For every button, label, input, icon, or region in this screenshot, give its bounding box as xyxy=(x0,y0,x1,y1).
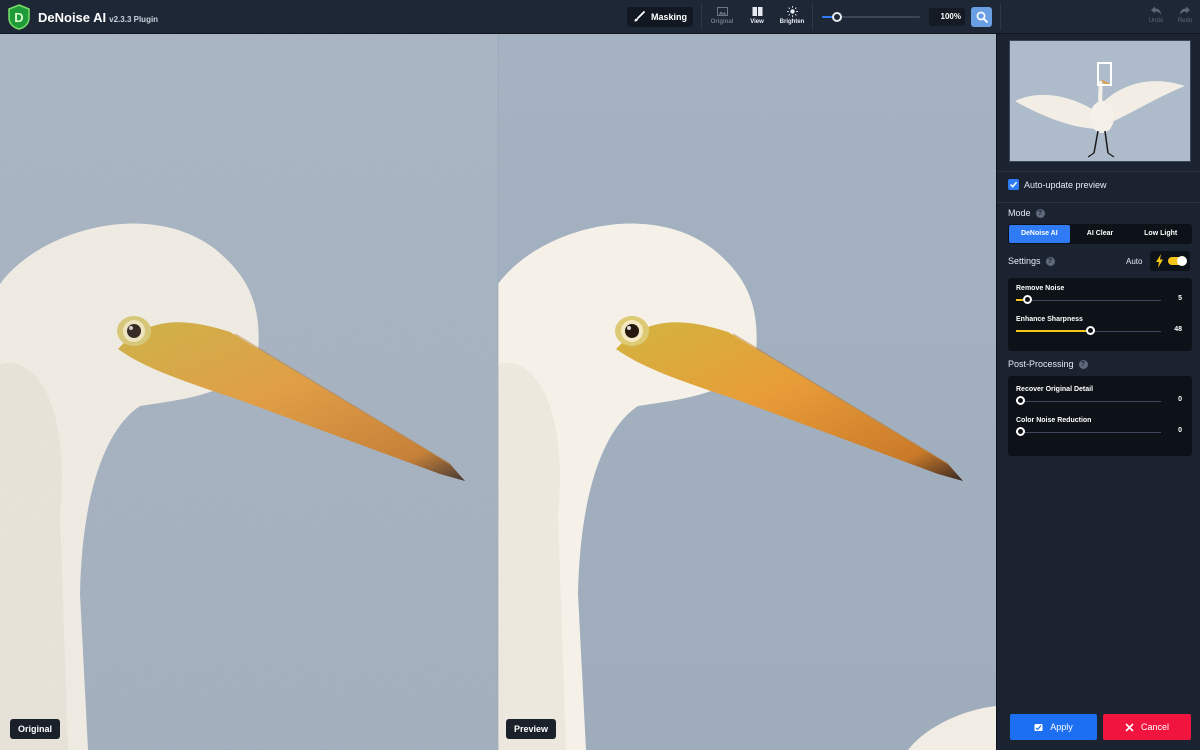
undo-icon xyxy=(1151,6,1161,15)
post-processing-title-text: Post-Processing xyxy=(1008,359,1074,369)
toggle-knob xyxy=(1177,256,1187,266)
original-panel[interactable]: Original xyxy=(0,34,498,750)
slider-fill xyxy=(1016,299,1024,301)
slider-label: Color Noise Reduction xyxy=(1016,417,1092,424)
masking-button[interactable]: Masking xyxy=(627,7,693,27)
mode-title: Mode ? xyxy=(1008,208,1045,218)
image-comparison-area[interactable]: Original Preview xyxy=(0,34,996,750)
redo-button[interactable]: Redo xyxy=(1174,6,1196,30)
app-version: v2.3.3 Plugin xyxy=(109,15,159,24)
slider-fill xyxy=(1016,330,1086,332)
check-icon xyxy=(1009,181,1018,188)
mode-title-text: Mode xyxy=(1008,208,1031,218)
masking-label: Masking xyxy=(650,12,687,22)
slider-value[interactable]: 0 xyxy=(1166,427,1182,434)
enhance-sharpness-slider[interactable]: Enhance Sharpness 48 xyxy=(1016,316,1186,342)
auto-label: Auto xyxy=(1126,257,1143,266)
slider-handle[interactable] xyxy=(1085,326,1095,335)
recover-detail-slider[interactable]: Recover Original Detail 0 xyxy=(1016,386,1186,412)
settings-sliders: Remove Noise 5 Enhance Sharpness 48 xyxy=(1008,278,1192,351)
mode-denoise-ai[interactable]: DeNoise AI xyxy=(1009,225,1070,243)
post-processing-sliders: Recover Original Detail 0 Color Noise Re… xyxy=(1008,376,1192,456)
color-noise-slider[interactable]: Color Noise Reduction 0 xyxy=(1016,417,1186,443)
lightning-icon xyxy=(1156,254,1163,268)
mode-selector: DeNoise AI AI Clear Low Light xyxy=(1008,224,1192,244)
remove-noise-slider[interactable]: Remove Noise 5 xyxy=(1016,285,1186,311)
redo-label: Redo xyxy=(1177,18,1193,24)
zoom-slider-handle[interactable] xyxy=(831,12,842,22)
zoom-level-field[interactable]: 100% xyxy=(929,8,965,26)
egret-photo-preview xyxy=(498,34,996,750)
logo-letter: D xyxy=(14,10,23,25)
slider-label: Enhance Sharpness xyxy=(1016,316,1083,323)
comparison-divider[interactable] xyxy=(497,34,499,750)
slider-value[interactable]: 0 xyxy=(1166,396,1182,403)
magnifier-icon xyxy=(976,11,988,23)
toolbar-divider xyxy=(1000,4,1001,30)
slider-label: Remove Noise xyxy=(1016,285,1065,292)
slider-value[interactable]: 5 xyxy=(1166,295,1182,302)
help-icon[interactable]: ? xyxy=(1045,256,1055,266)
app-title: DeNoise AI v2.3.3 Plugin xyxy=(38,10,158,25)
brighten-button[interactable]: Brighten xyxy=(777,6,807,30)
navigator-thumbnail[interactable] xyxy=(1009,40,1191,162)
settings-title: Settings ? xyxy=(1008,256,1055,266)
navigator-viewport-frame[interactable] xyxy=(1097,62,1112,86)
split-view-icon xyxy=(752,7,762,16)
split-view-button[interactable]: View xyxy=(742,6,772,30)
preview-panel[interactable]: Preview xyxy=(498,34,996,750)
cancel-button[interactable]: Cancel xyxy=(1103,714,1191,740)
slider-track[interactable] xyxy=(1016,401,1161,402)
image-icon xyxy=(716,7,728,16)
toolbar-divider xyxy=(701,4,702,30)
zoom-button[interactable] xyxy=(971,7,992,27)
slider-track[interactable] xyxy=(1016,432,1161,433)
egret-photo-original xyxy=(0,34,498,750)
topaz-logo-icon: D xyxy=(8,4,30,30)
post-processing-title: Post-Processing ? xyxy=(1008,359,1088,369)
slider-handle[interactable] xyxy=(1016,427,1025,436)
top-toolbar: D DeNoise AI v2.3.3 Plugin Masking Origin… xyxy=(0,0,1200,34)
undo-label: Undo xyxy=(1148,18,1164,24)
close-icon xyxy=(1125,722,1134,732)
auto-update-checkbox[interactable] xyxy=(1008,179,1019,190)
slider-handle[interactable] xyxy=(1023,295,1033,304)
help-icon[interactable]: ? xyxy=(1035,208,1045,218)
slider-track[interactable] xyxy=(1016,300,1161,301)
cancel-label: Cancel xyxy=(1140,722,1169,732)
settings-sidebar: Auto-update preview Mode ? DeNoise AI AI… xyxy=(996,34,1200,750)
apply-button[interactable]: Apply xyxy=(1010,714,1097,740)
original-view-label: Original xyxy=(710,19,734,25)
toolbar-divider xyxy=(812,4,813,30)
brush-icon xyxy=(634,11,645,22)
auto-update-label: Auto-update preview xyxy=(1024,179,1107,190)
redo-icon xyxy=(1180,6,1190,15)
mode-low-light[interactable]: Low Light xyxy=(1130,225,1191,243)
original-label: Original xyxy=(10,719,61,739)
navigator-image xyxy=(1010,41,1190,161)
divider-line xyxy=(997,171,1200,172)
help-icon[interactable]: ? xyxy=(1078,359,1088,369)
original-view-button[interactable]: Original xyxy=(707,6,737,30)
undo-button[interactable]: Undo xyxy=(1145,6,1167,30)
mode-ai-clear[interactable]: AI Clear xyxy=(1070,225,1131,243)
auto-update-row[interactable]: Auto-update preview xyxy=(1008,179,1107,190)
settings-title-text: Settings xyxy=(1008,256,1041,266)
split-view-label: View xyxy=(750,19,764,25)
slider-handle[interactable] xyxy=(1016,396,1025,405)
sun-icon xyxy=(786,6,798,17)
divider-line xyxy=(997,202,1200,203)
apply-icon xyxy=(1034,723,1043,731)
slider-label: Recover Original Detail xyxy=(1016,386,1094,393)
slider-value[interactable]: 48 xyxy=(1166,326,1182,333)
auto-settings-toggle[interactable] xyxy=(1150,251,1190,271)
brighten-label: Brighten xyxy=(779,19,805,25)
preview-label: Preview xyxy=(506,719,557,739)
apply-label: Apply xyxy=(1050,722,1073,732)
app-name: DeNoise AI xyxy=(38,10,107,25)
